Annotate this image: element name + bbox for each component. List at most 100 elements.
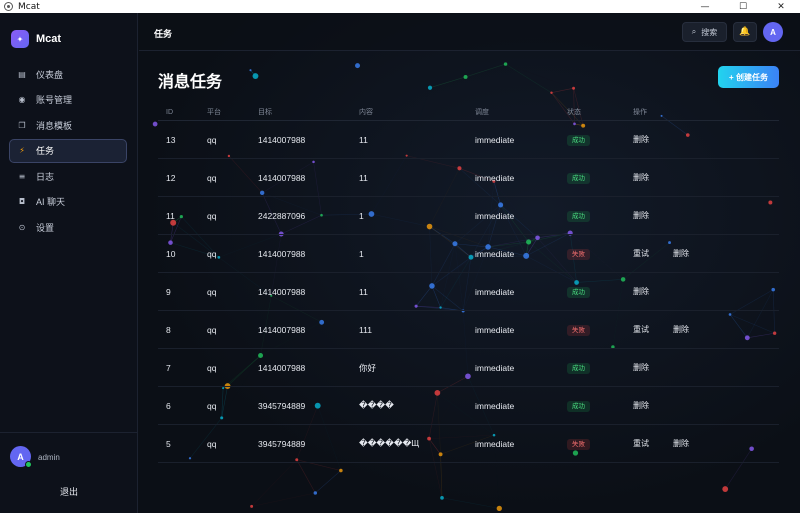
cell-status: 成功 xyxy=(559,134,625,146)
column-header-platform[interactable]: 平台 xyxy=(199,107,250,117)
column-header-schedule[interactable]: 调度 xyxy=(467,107,559,117)
delete-button[interactable]: 删除 xyxy=(673,248,689,259)
create-task-button[interactable]: + 创建任务 xyxy=(718,66,779,88)
cell-platform: qq xyxy=(207,210,217,221)
status-badge: 失败 xyxy=(567,438,590,450)
header-title: 任务 xyxy=(154,29,173,39)
minimize-icon[interactable]: — xyxy=(686,0,724,13)
window-titlebar: Mcat — ☐ ✕ xyxy=(0,0,800,13)
delete-button[interactable]: 删除 xyxy=(673,438,689,449)
lightning-icon: ⚡ xyxy=(19,146,25,155)
delete-button[interactable]: 删除 xyxy=(673,324,689,335)
cell-schedule: immediate xyxy=(475,248,515,259)
search-icon: ⌕ xyxy=(691,27,697,36)
table-row: 5 qq 3945794889 ������Щ immediate 失败 重试 删除 xyxy=(158,425,779,463)
cell-schedule: immediate xyxy=(475,286,515,297)
sidebar-item-5[interactable]: ◘ AI 聊天 xyxy=(9,190,127,214)
delete-button[interactable]: 删除 xyxy=(633,400,649,411)
network-node xyxy=(250,504,254,508)
cell-status: 成功 xyxy=(559,172,625,184)
sidebar-item-6[interactable]: ⊙ 设置 xyxy=(9,215,127,239)
online-status-dot xyxy=(25,461,32,468)
network-link xyxy=(251,492,316,507)
delete-button[interactable]: 删除 xyxy=(633,134,649,145)
network-node xyxy=(152,121,158,127)
sidebar-item-3[interactable]: ⚡ 任务 xyxy=(9,138,127,163)
network-node xyxy=(339,468,343,473)
brand[interactable]: ✦ Mcat xyxy=(11,30,61,48)
sidebar-item-label: AI 聊天 xyxy=(36,197,66,207)
status-badge: 成功 xyxy=(567,210,590,222)
notification-button[interactable]: 🔔 xyxy=(733,22,757,42)
maximize-icon[interactable]: ☐ xyxy=(724,0,762,13)
delete-button[interactable]: 删除 xyxy=(633,210,649,221)
sidebar-item-2[interactable]: ❐ 消息模板 xyxy=(9,113,127,137)
status-badge: 失败 xyxy=(567,248,590,260)
network-link xyxy=(506,64,574,88)
cell-platform: qq xyxy=(207,400,217,411)
sidebar-item-label: 账号管理 xyxy=(36,95,73,105)
account-icon: ◉ xyxy=(18,95,26,104)
column-header-target[interactable]: 目标 xyxy=(250,107,351,117)
network-node xyxy=(249,69,252,72)
status-badge: 成功 xyxy=(567,134,590,146)
gear-icon: ⊙ xyxy=(18,222,26,232)
column-header-id[interactable]: ID xyxy=(158,109,199,116)
network-node xyxy=(313,491,318,495)
cell-id: 8 xyxy=(166,324,171,335)
avatar[interactable]: A xyxy=(10,446,32,468)
cell-target: 2422887096 xyxy=(258,210,306,221)
logout-button[interactable]: 退出 xyxy=(0,485,138,498)
cell-target: 1414007988 xyxy=(258,248,306,259)
page-title: 消息任务 xyxy=(158,74,223,91)
sidebar-nav: ▤ 仪表盘 ◉ 账号管理 ❐ 消息模板 ⚡ 任务 ≡ 日志 ◘ AI 聊天 ⊙ 设置 xyxy=(9,62,127,241)
retry-button[interactable]: 重试 xyxy=(633,248,649,259)
cell-id: 12 xyxy=(166,172,176,183)
sidebar-item-1[interactable]: ◉ 账号管理 xyxy=(9,88,127,112)
cell-content: ������Щ xyxy=(359,438,420,448)
cell-id: 10 xyxy=(166,248,176,259)
sidebar-item-label: 仪表盘 xyxy=(36,69,64,80)
network-node xyxy=(550,91,553,94)
cell-platform: qq xyxy=(207,248,217,259)
task-table: ID 平台 目标 内容 调度 状态 操作 13 qq 1414007988 11 imm… xyxy=(158,104,779,463)
delete-button[interactable]: 删除 xyxy=(633,362,649,373)
network-link xyxy=(505,63,552,93)
cell-actions: 重试 删除 xyxy=(625,324,775,335)
close-icon[interactable]: ✕ xyxy=(762,0,800,13)
network-link xyxy=(315,470,342,494)
cell-status: 成功 xyxy=(559,362,625,374)
template-icon: ❐ xyxy=(18,120,26,130)
network-node xyxy=(496,505,502,512)
sidebar-item-label: 日志 xyxy=(36,171,55,182)
sidebar-item-0[interactable]: ▤ 仪表盘 xyxy=(9,62,127,86)
sidebar-item-4[interactable]: ≡ 日志 xyxy=(9,164,127,188)
retry-button[interactable]: 重试 xyxy=(633,324,649,335)
cell-status: 成功 xyxy=(559,286,625,298)
cell-schedule: immediate xyxy=(475,134,515,145)
network-node xyxy=(355,63,361,69)
cell-actions: 删除 xyxy=(625,134,775,145)
robot-icon: ◘ xyxy=(18,197,26,206)
cell-target: 1414007988 xyxy=(258,172,306,183)
status-badge: 失败 xyxy=(567,324,590,336)
search-button[interactable]: ⌕ 搜索 xyxy=(682,22,727,42)
column-header-actions: 操作 xyxy=(633,109,647,116)
cell-id: 13 xyxy=(166,134,176,145)
table-body: 13 qq 1414007988 11 immediate 成功 删除 12 qq 1414007… xyxy=(158,121,779,463)
header-avatar[interactable]: A xyxy=(763,22,783,42)
log-icon: ≡ xyxy=(18,171,26,181)
dashboard-icon: ▤ xyxy=(18,69,26,79)
table-row: 6 qq 3945794889 ���� immediate 成功 删除 xyxy=(158,387,779,425)
delete-button[interactable]: 删除 xyxy=(633,172,649,183)
cell-schedule: immediate xyxy=(475,438,515,449)
main-content: 任务 ⌕ 搜索 🔔 A 消息任务 + 创建任务 ID 平台 目标 内容 调度 状… xyxy=(139,13,800,513)
network-link xyxy=(441,497,500,509)
sidebar-item-label: 消息模板 xyxy=(36,120,73,131)
table-row: 10 qq 1414007988 1 immediate 失败 重试 删除 xyxy=(158,235,779,273)
delete-button[interactable]: 删除 xyxy=(633,286,649,297)
column-header-status[interactable]: 状态 xyxy=(559,107,625,117)
retry-button[interactable]: 重试 xyxy=(633,438,649,449)
bell-icon: 🔔 xyxy=(739,27,751,37)
column-header-content[interactable]: 内容 xyxy=(351,107,467,117)
